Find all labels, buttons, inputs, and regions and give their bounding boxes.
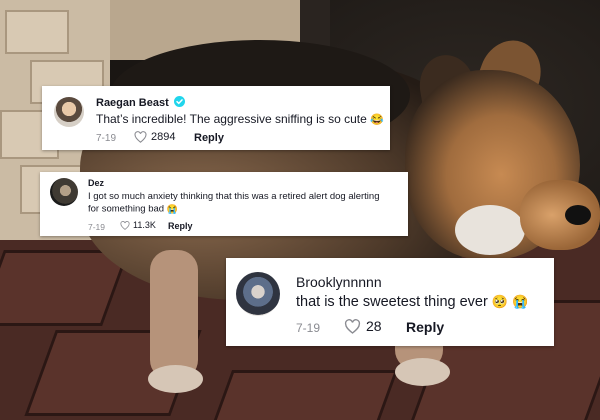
comment-card: Raegan Beast That’s incredible! The aggr… (42, 86, 390, 150)
comment-text-body: for something bad (88, 203, 165, 215)
like-button[interactable]: 11.3K (120, 220, 156, 230)
heart-outline-icon (134, 131, 147, 143)
comment-text: that is the sweetest thing ever 🥺 😭 (296, 294, 528, 310)
like-button[interactable]: 2894 (134, 131, 175, 143)
comment-date: 7-19 (96, 133, 117, 144)
dog-chest (455, 205, 525, 255)
reply-button[interactable]: Reply (168, 221, 193, 231)
comment-date: 7-19 (296, 321, 321, 335)
username-text: Raegan Beast (96, 97, 169, 109)
comment-text-line: I got so much anxiety thinking that this… (88, 191, 380, 202)
heart-outline-icon (344, 318, 361, 334)
like-count: 28 (366, 318, 382, 334)
comment-username[interactable]: Brooklynnnnn (296, 274, 382, 290)
heart-outline-icon (120, 220, 130, 230)
reply-button[interactable]: Reply (194, 132, 224, 144)
comment-text: I got so much anxiety thinking that this… (88, 191, 403, 216)
avatar[interactable] (54, 97, 84, 127)
comment-card: Brooklynnnnn that is the sweetest thing … (226, 258, 554, 346)
like-count: 2894 (151, 131, 176, 143)
dog-nose (565, 205, 591, 225)
comment-text-body: That’s incredible! The aggressive sniffi… (96, 112, 367, 126)
crying-emoji-icon: 😭 (512, 294, 529, 310)
comment-username[interactable]: Dez (88, 178, 104, 188)
comment-date: 7-19 (88, 222, 106, 232)
crying-emoji-icon: 😭 (166, 204, 178, 214)
comment-card: Dez I got so much anxiety thinking that … (40, 172, 408, 236)
laughing-emoji-icon: 😂 (370, 114, 384, 127)
verified-badge-icon (173, 96, 185, 110)
avatar[interactable] (50, 178, 78, 206)
dog-leg (150, 250, 198, 380)
pleading-emoji-icon: 🥺 (491, 294, 509, 310)
brick (5, 10, 69, 54)
dog-paw (395, 358, 450, 386)
like-count: 11.3K (133, 220, 156, 230)
dog-paw (148, 365, 203, 393)
comment-text-line: for something bad 😭 (88, 203, 403, 216)
comment-text: That’s incredible! The aggressive sniffi… (96, 112, 384, 126)
like-button[interactable]: 28 (344, 318, 382, 334)
floor-tile (207, 370, 399, 420)
avatar[interactable] (236, 272, 280, 316)
comment-text-body: that is the sweetest thing ever (296, 294, 488, 310)
reply-button[interactable]: Reply (406, 319, 444, 335)
comment-username[interactable]: Raegan Beast (96, 96, 185, 110)
